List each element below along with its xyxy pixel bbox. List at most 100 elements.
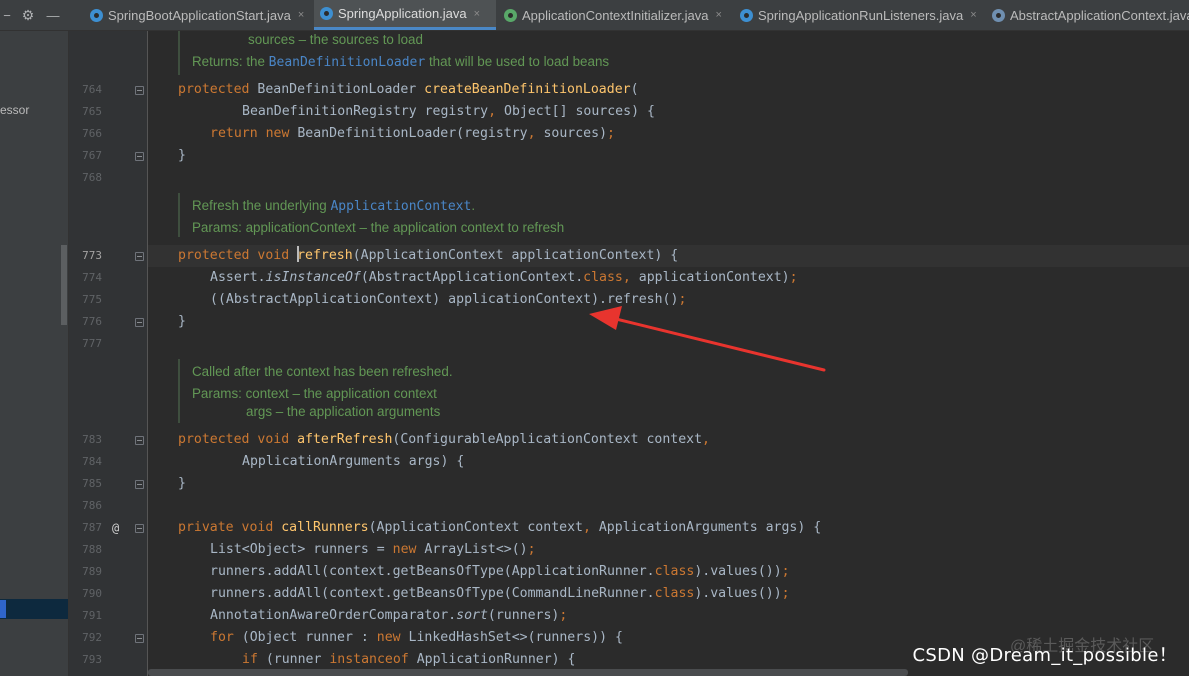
code-line-787: private void callRunners(ApplicationCont…: [178, 517, 821, 539]
punctuation: ,: [582, 520, 591, 535]
code-text: BeanDefinitionLoader: [249, 82, 425, 97]
code-line-766: return new BeanDefinitionLoader(registry…: [210, 123, 615, 145]
fold-icon[interactable]: [135, 152, 144, 161]
fold-icon[interactable]: [135, 634, 144, 643]
tab-label: SpringApplication.java: [338, 6, 467, 21]
code-text: Object[] sources) {: [496, 104, 655, 119]
gear-icon[interactable]: ⚙: [18, 0, 38, 30]
keyword: class: [654, 586, 695, 601]
code-text: (AbstractApplicationContext.: [360, 270, 584, 285]
code-text: ((AbstractApplicationContext) applicatio…: [210, 292, 679, 307]
keyword: if: [242, 652, 258, 667]
tab-abstractapplicationcontext[interactable]: AbstractApplicationContext.java: [986, 0, 1189, 30]
fold-icon[interactable]: [135, 436, 144, 445]
interface-icon: [504, 8, 517, 22]
tab-label: AbstractApplicationContext.java: [1010, 7, 1189, 23]
code-text: (ConfigurableApplicationContext context: [392, 432, 703, 447]
static-method: isInstanceOf: [265, 270, 361, 285]
keyword: instanceof: [329, 652, 409, 667]
keyword: protected: [178, 82, 250, 97]
keyword: new: [257, 126, 290, 141]
keyword: class: [654, 564, 695, 579]
editor-tab-bar: − ⚙ — SpringBootApplicationStart.java × …: [0, 0, 1189, 31]
abstract-class-icon: [992, 8, 1005, 22]
keyword: class: [583, 270, 623, 285]
line-number: 767: [82, 149, 102, 162]
line-number: 791: [82, 609, 102, 622]
code-text: AnnotationAwareOrderComparator.: [210, 608, 457, 623]
close-icon[interactable]: ×: [970, 9, 976, 21]
code-line-773: protected void refresh(ApplicationContex…: [178, 245, 678, 267]
line-number: 777: [82, 337, 102, 350]
line-number: 789: [82, 565, 102, 578]
override-marker-icon[interactable]: @: [112, 517, 119, 539]
class-icon: [90, 8, 103, 22]
line-number: 790: [82, 587, 102, 600]
tab-label: ApplicationContextInitializer.java: [522, 7, 709, 23]
code-text: BeanDefinitionRegistry registry: [242, 104, 489, 119]
code-line-783: protected void afterRefresh(Configurable…: [178, 429, 710, 451]
selection-marker: [0, 600, 6, 618]
fold-icon[interactable]: [135, 480, 144, 489]
punctuation: ;: [781, 586, 790, 601]
code-text: (Object runner :: [233, 630, 377, 645]
code-text: (runner: [257, 652, 330, 667]
code-line-765: BeanDefinitionRegistry registry, Object[…: [242, 101, 655, 123]
tab-label: SpringBootApplicationStart.java: [108, 7, 291, 23]
punctuation: ,: [488, 104, 497, 119]
punctuation: ,: [622, 270, 631, 285]
code-text: applicationContext): [630, 270, 790, 285]
close-icon[interactable]: ×: [715, 9, 721, 21]
method-name: refresh: [297, 248, 353, 263]
selected-tree-row[interactable]: [0, 599, 68, 619]
code-text: (: [630, 82, 639, 97]
static-method: sort: [456, 608, 488, 623]
minimize-button[interactable]: —: [44, 0, 62, 30]
line-number: 784: [82, 455, 102, 468]
close-icon[interactable]: ×: [298, 9, 304, 21]
code-text: runners.addAll(context.getBeansOfType(Ap…: [210, 564, 655, 579]
code-editor[interactable]: protected BeanDefinitionLoader createBea…: [148, 31, 1189, 676]
code-text: ApplicationArguments args) {: [590, 520, 822, 535]
code-text: LinkedHashSet<>(runners)) {: [400, 630, 623, 645]
code-line-767: }: [178, 148, 186, 163]
line-number: 787: [82, 521, 102, 534]
line-number: 786: [82, 499, 102, 512]
fold-icon[interactable]: [135, 252, 144, 261]
close-icon[interactable]: ×: [474, 8, 480, 20]
keyword: return: [210, 126, 258, 141]
tab-springapplication[interactable]: SpringApplication.java ×: [314, 0, 496, 30]
keyword: protected void: [178, 248, 290, 263]
code-line-774: Assert.isInstanceOf(AbstractApplicationC…: [210, 267, 798, 289]
line-number: 764: [82, 83, 102, 96]
line-number: 774: [82, 271, 102, 284]
fold-icon[interactable]: [135, 524, 144, 533]
code-line-788: List<Object> runners = new ArrayList<>()…: [210, 539, 536, 561]
project-tree-item[interactable]: essor: [0, 103, 29, 117]
code-line-790: runners.addAll(context.getBeansOfType(Co…: [210, 583, 790, 605]
method-name: afterRefresh: [297, 432, 393, 447]
line-number: 775: [82, 293, 102, 306]
code-line-793: if (runner instanceof ApplicationRunner)…: [242, 649, 576, 671]
watermark-csdn: CSDN @Dream_it_possible！: [912, 645, 1177, 666]
code-line-784: ApplicationArguments args) {: [242, 454, 465, 469]
fold-icon[interactable]: [135, 86, 144, 95]
horizontal-scrollbar[interactable]: [148, 669, 908, 676]
punctuation: ;: [527, 542, 536, 557]
code-text: BeanDefinitionLoader(registry: [289, 126, 528, 141]
line-number: 773: [82, 249, 102, 262]
code-line-764: protected BeanDefinitionLoader createBea…: [178, 79, 639, 101]
tab-springbootapplicationstart[interactable]: SpringBootApplicationStart.java ×: [84, 0, 314, 30]
code-text: (ApplicationContext context: [368, 520, 583, 535]
fold-icon[interactable]: [135, 318, 144, 327]
tab-springapplicationrunlisteners[interactable]: SpringApplicationRunListeners.java ×: [734, 0, 984, 30]
line-number: 768: [82, 171, 102, 184]
scrollbar-thumb[interactable]: [61, 245, 67, 325]
method-name: callRunners: [281, 520, 369, 535]
tab-applicationcontextinitializer[interactable]: ApplicationContextInitializer.java ×: [498, 0, 732, 30]
code-text: (ApplicationContext applicationContext) …: [352, 248, 679, 263]
code-text: runners.addAll(context.getBeansOfType(Co…: [210, 586, 655, 601]
keyword: new: [392, 542, 417, 557]
collapse-button[interactable]: −: [0, 0, 14, 30]
gear-glyph: ⚙: [21, 6, 35, 23]
